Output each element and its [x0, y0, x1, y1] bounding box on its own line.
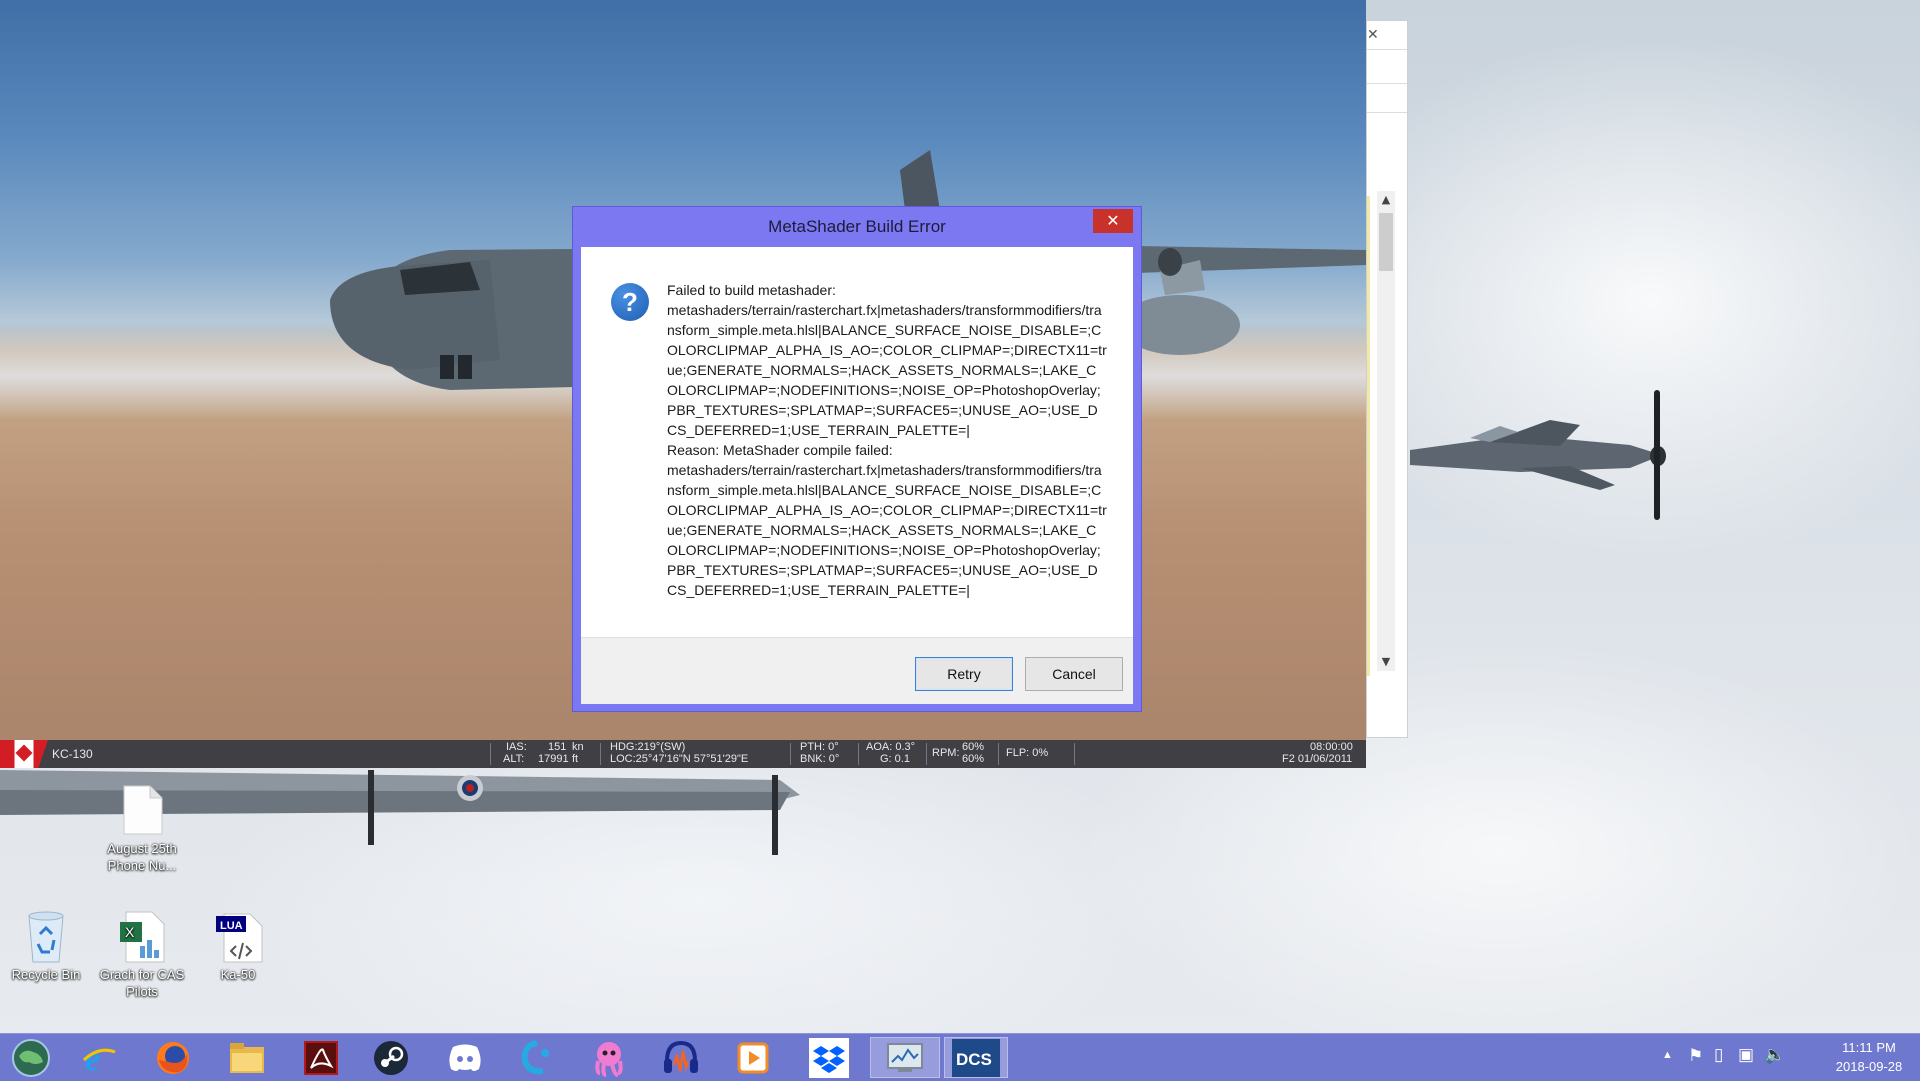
taskbar-acrobat[interactable] [292, 1037, 350, 1078]
vertical-scrollbar[interactable]: ▲ ▼ [1377, 191, 1395, 671]
aoa-readout: AOA: 0.3° [866, 741, 916, 753]
desktop-icon-ka50[interactable]: LUA Ka-50 [192, 910, 284, 983]
steam-icon [374, 1040, 408, 1075]
show-hidden-icons-button[interactable]: ▲ [1662, 1049, 1673, 1061]
taskbar-steam[interactable] [362, 1037, 420, 1078]
volume-icon[interactable]: 🔈 [1764, 1045, 1785, 1065]
audacity-icon [664, 1040, 698, 1073]
flight-status-bar: KC-130 IAS: 151 kn ALT: 17991 ft HDG:219… [0, 740, 1366, 768]
svg-text:DCS: DCS [956, 1050, 992, 1069]
scroll-down-icon[interactable]: ▼ [1377, 653, 1395, 671]
desktop-icon-label: Grach for CAS Pilots [99, 967, 185, 999]
taskbar-firefox[interactable] [144, 1037, 202, 1078]
alt-value: 17991 [538, 753, 569, 765]
taskbar-system-monitor[interactable] [870, 1037, 940, 1078]
retry-button[interactable]: Retry [915, 657, 1013, 691]
taskbar-discord[interactable] [436, 1037, 494, 1078]
close-icon[interactable]: ✕ [1367, 21, 1381, 49]
lua-badge: LUA [220, 920, 243, 932]
desktop-icon-phone-numbers[interactable]: August 25th Phone Nu... [96, 784, 188, 874]
wallpaper-spitfire [1410, 390, 1666, 520]
media-player-icon [737, 1042, 769, 1073]
dialog-body: ? Failed to build metashader: metashader… [581, 247, 1133, 637]
system-monitor-icon [887, 1042, 923, 1072]
flaps-readout: FLP: 0% [1006, 747, 1049, 759]
taskbar-internet-explorer[interactable]: e [70, 1037, 128, 1078]
ias-label: IAS: [506, 741, 527, 753]
mission-time: 08:00:00 [1310, 741, 1353, 753]
dialog-title: MetaShader Build Error [768, 217, 946, 236]
canada-flag-icon [0, 740, 48, 768]
dropbox-icon [809, 1037, 849, 1078]
pitch-readout: PTH: 0° [800, 741, 839, 753]
dcs-icon: DCS [952, 1038, 1000, 1077]
background-window: ✕ ▲ ▼ [1366, 20, 1408, 738]
heading-readout: HDG:219°(SW) [610, 741, 686, 753]
rpm-engine-2: 60% [962, 753, 985, 765]
error-message: Failed to build metashader: metashaders/… [667, 282, 1107, 598]
svg-text:X: X [125, 924, 135, 940]
action-center-flag-icon[interactable]: ⚑ [1688, 1046, 1703, 1066]
taskbar: e DCS ▲ ⚑ ▯ ▣ 🔈 11:11 PM 2018-09-28 [0, 1033, 1920, 1081]
ias-unit: kn [572, 741, 584, 753]
network-icon[interactable]: ▣ [1738, 1045, 1754, 1065]
taskbar-logitech[interactable] [508, 1037, 566, 1078]
taskbar-dropbox[interactable] [800, 1037, 858, 1078]
clock-date[interactable]: 2018-09-28 [1824, 1059, 1914, 1074]
taskbar-octopus-app[interactable] [580, 1037, 638, 1078]
bank-readout: BNK: 0° [800, 753, 840, 765]
rpm-engine-1: 60% [962, 741, 985, 753]
usb-device-icon[interactable]: ▯ [1714, 1045, 1723, 1065]
firefox-icon [157, 1041, 189, 1074]
game-window: KC-130 IAS: 151 kn ALT: 17991 ft HDG:219… [0, 0, 1366, 768]
desktop-icon-grach-spreadsheet[interactable]: X Grach for CAS Pilots [96, 910, 188, 1000]
acrobat-icon [304, 1040, 338, 1075]
logitech-icon [521, 1039, 549, 1074]
system-tray: ▲ ⚑ ▯ ▣ 🔈 11:11 PM 2018-09-28 [1650, 1034, 1920, 1081]
alt-label: ALT: [503, 753, 525, 765]
document-icon [118, 784, 166, 836]
recycle-bin-icon [22, 910, 70, 963]
start-icon [12, 1038, 50, 1077]
file-explorer-icon [230, 1042, 264, 1073]
location-readout: LOC:25°47'16"N 57°51'29"E [610, 753, 749, 765]
desktop-icon-recycle-bin[interactable]: Recycle Bin [0, 910, 92, 983]
alt-unit: ft [572, 753, 579, 765]
cancel-button[interactable]: Cancel [1025, 657, 1123, 691]
ias-value: 151 [548, 741, 567, 753]
discord-icon [449, 1044, 481, 1071]
desktop-icon-label: August 25th Phone Nu... [107, 841, 177, 873]
start-button[interactable] [2, 1037, 60, 1078]
desktop-icon-label: Recycle Bin [11, 967, 81, 982]
octopus-app-icon [595, 1041, 623, 1077]
excel-icon: X [118, 910, 166, 963]
scroll-thumb[interactable] [1379, 213, 1393, 271]
taskbar-media-player[interactable] [724, 1037, 782, 1078]
question-icon: ? [611, 283, 649, 321]
taskbar-file-explorer[interactable] [218, 1037, 276, 1078]
lua-file-icon: LUA [214, 910, 263, 963]
scroll-up-icon[interactable]: ▲ [1377, 191, 1395, 209]
close-button[interactable]: ✕ [1093, 209, 1133, 233]
aircraft-name: KC-130 [52, 747, 93, 761]
rpm-label: RPM: [932, 747, 960, 759]
internet-explorer-icon: e [82, 1041, 116, 1076]
mission-date: F2 01/06/2011 [1282, 753, 1353, 765]
clock-time[interactable]: 11:11 PM [1824, 1040, 1914, 1055]
metashader-error-dialog: MetaShader Build Error ✕ ? Failed to bui… [573, 207, 1141, 711]
dialog-button-row: Retry Cancel [581, 637, 1133, 704]
g-readout: G: 0.1 [880, 753, 910, 765]
desktop-icon-label: Ka-50 [220, 967, 256, 982]
taskbar-dcs-world[interactable]: DCS [944, 1037, 1008, 1078]
taskbar-audacity[interactable] [652, 1037, 710, 1078]
